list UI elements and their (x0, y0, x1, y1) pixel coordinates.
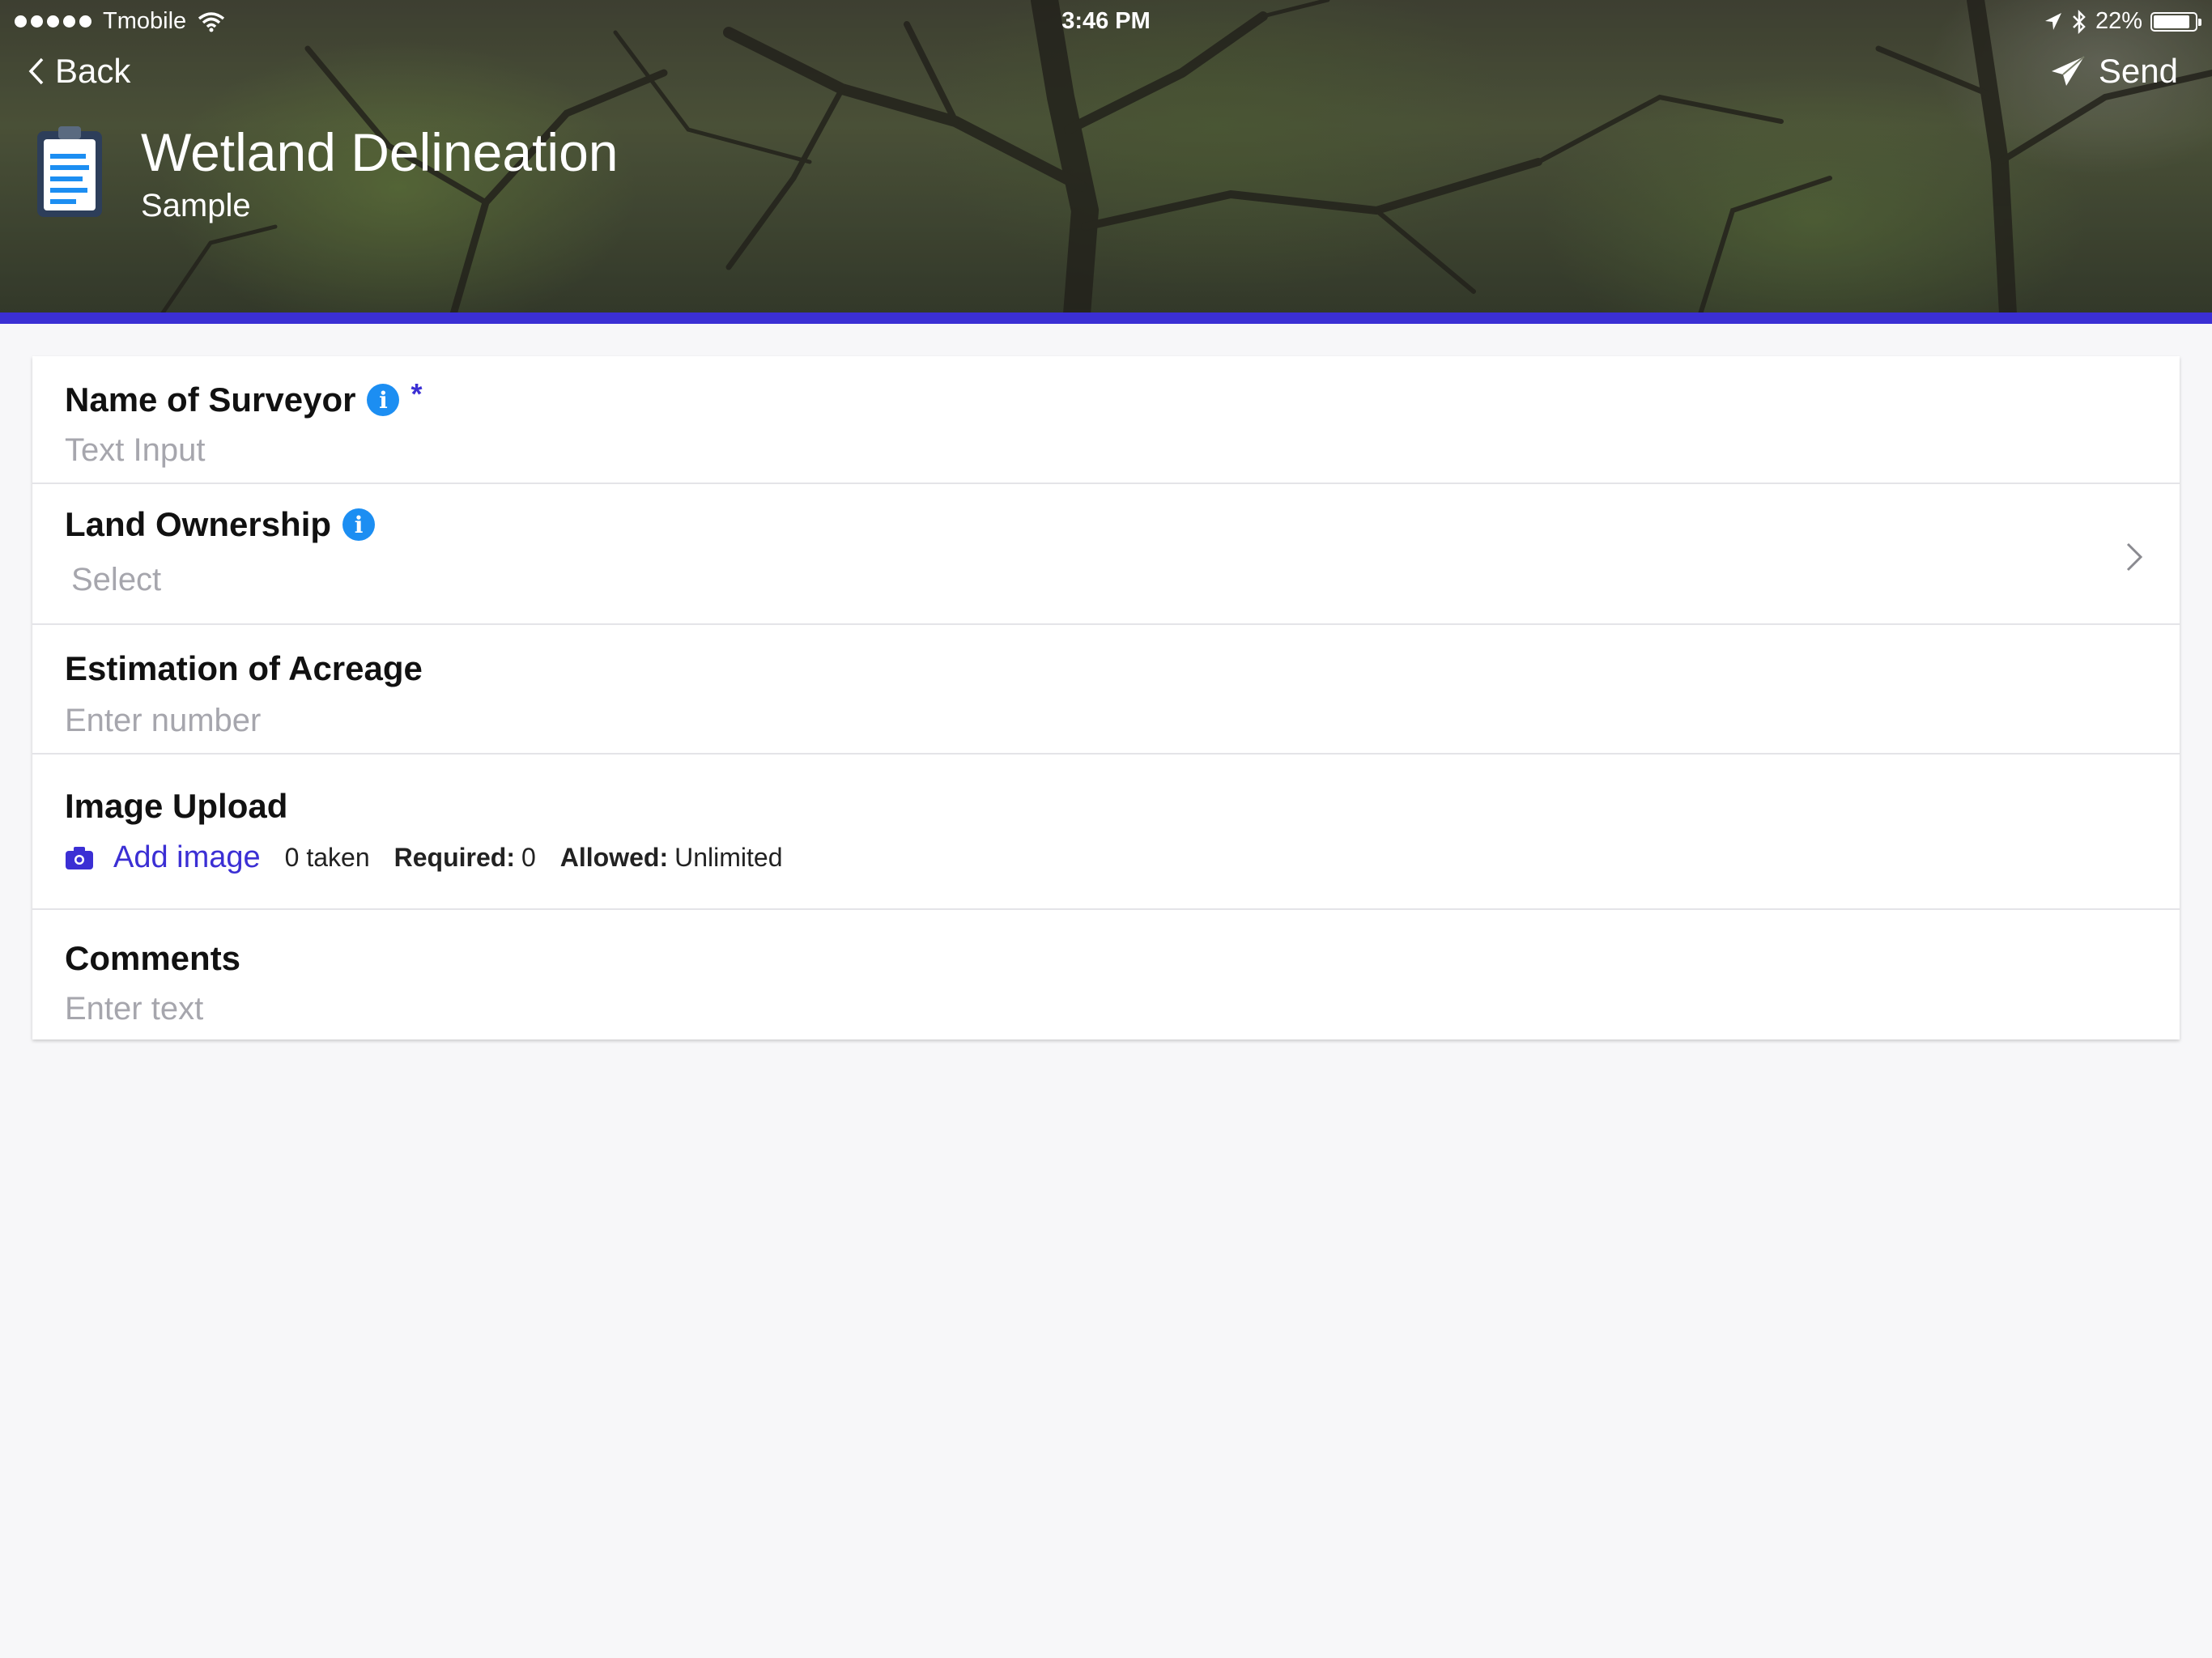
chevron-left-icon (28, 57, 44, 85)
field-label: Image Upload (65, 787, 288, 825)
acreage-input[interactable]: Enter number (65, 703, 261, 739)
send-button[interactable]: Send (2050, 52, 2178, 91)
paper-plane-icon (2051, 56, 2085, 86)
field-label-row: Estimation of Acreage (65, 649, 423, 688)
send-label: Send (2098, 52, 2178, 90)
form-title: Wetland Delineation (141, 122, 619, 182)
field-label-row: Name of Surveyor i * (65, 377, 423, 419)
field-estimation-of-acreage[interactable]: Estimation of Acreage Enter number (32, 625, 2180, 755)
field-label: Name of Surveyor (65, 380, 356, 419)
field-label: Estimation of Acreage (65, 649, 423, 687)
form-subtitle: Sample (141, 188, 251, 223)
image-upload-row: Add image 0 taken Required: 0 Allowed: U… (65, 840, 782, 875)
accent-bar (0, 312, 2212, 324)
allowed-count: Unlimited (674, 843, 783, 872)
add-image-link[interactable]: Add image (113, 840, 261, 875)
field-name-of-surveyor[interactable]: Name of Surveyor i * Text Input (32, 356, 2180, 484)
chevron-right-icon[interactable] (2125, 541, 2144, 573)
info-icon[interactable]: i (342, 508, 376, 541)
required-label: Required: (393, 843, 515, 872)
field-land-ownership[interactable]: Land Ownership i Select (32, 484, 2180, 625)
allowed-label: Allowed: (559, 843, 669, 872)
camera-icon[interactable] (65, 846, 94, 870)
field-label: Comments (65, 939, 241, 977)
ownership-select[interactable]: Select (71, 562, 161, 598)
clipboard-icon (37, 126, 102, 217)
info-icon[interactable]: i (367, 384, 400, 416)
back-label: Back (55, 52, 131, 90)
surveyor-input[interactable]: Text Input (65, 432, 205, 469)
field-comments[interactable]: Comments Enter text (32, 910, 2180, 1039)
images-taken-count: 0 taken (284, 843, 370, 872)
battery-icon (2150, 11, 2201, 32)
field-label-row: Image Upload (65, 787, 287, 826)
required-count: 0 (521, 843, 536, 872)
status-bar: Tmobile 3:46 PM 22% (0, 0, 2212, 44)
field-label: Land Ownership (65, 505, 332, 543)
form-card: Name of Surveyor i * Text Input Land Own… (32, 356, 2180, 1039)
status-time: 3:46 PM (1061, 8, 1151, 34)
battery-fill (2154, 15, 2189, 28)
field-image-upload: Image Upload Add image 0 taken Required:… (32, 755, 2180, 910)
comments-input[interactable]: Enter text (65, 991, 203, 1027)
field-label-row: Land Ownership i (65, 505, 376, 544)
bluetooth-icon (2073, 9, 2086, 34)
back-button[interactable]: Back (28, 52, 130, 91)
status-right: 22% (2044, 8, 2201, 35)
battery-percent: 22% (2095, 8, 2142, 34)
header-banner: Tmobile 3:46 PM 22% Back Send Wetland De… (0, 0, 2212, 314)
required-asterisk: * (410, 377, 423, 410)
location-arrow-icon (2044, 12, 2061, 30)
field-label-row: Comments (65, 939, 240, 978)
